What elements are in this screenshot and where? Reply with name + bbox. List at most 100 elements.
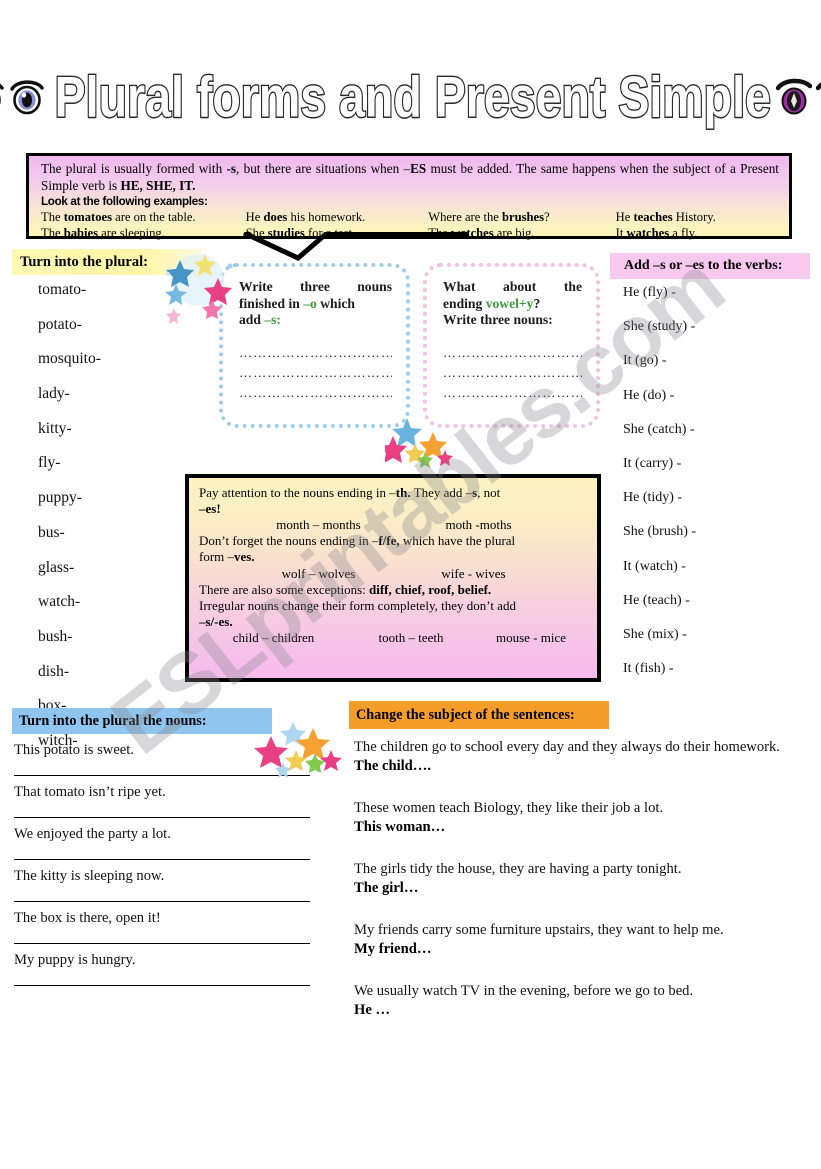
rule-examples: month – months moth -moths [276, 517, 512, 533]
task-box-nouns-ending-o: Write three nouns finished in –o which a… [219, 263, 410, 428]
eye-purple-icon [776, 78, 813, 115]
rules-info-box: Pay attention to the nouns ending in –th… [185, 474, 601, 682]
answer-rule-line[interactable] [14, 943, 310, 945]
rule-text: Don’t forget the nouns ending in –f/fe, … [199, 533, 516, 549]
heading-label: Turn into the plural: [20, 253, 148, 270]
answer-prompt[interactable]: The girl… [354, 879, 804, 898]
sentence-text: My friends carry some furniture upstairs… [354, 922, 724, 939]
answer-prompt[interactable]: My friend… [354, 940, 804, 959]
answer-rule-line[interactable] [14, 775, 310, 777]
eyes-right-decoration [776, 77, 821, 115]
task-box-vowel-plus-y: What about the ending vowel+y? Write thr… [423, 263, 600, 428]
eye-blue-icon [10, 80, 44, 115]
list-item[interactable]: bush- [38, 629, 188, 645]
list-item[interactable]: It (carry) - [623, 456, 803, 471]
sentence-text: My puppy is hungry. [14, 952, 136, 969]
task-prompt-line: finished in –o which [239, 295, 355, 311]
list-item[interactable]: He (teach) - [623, 593, 803, 608]
answer-blank-line[interactable]: ……………………………. [443, 363, 582, 383]
rule-text: –es! [199, 501, 221, 517]
intro-rule-text: The plural is usually formed with -s, bu… [41, 161, 779, 193]
answer-blank-line[interactable]: ……………………………. [239, 383, 392, 403]
rule-text: Irregular nouns change their form comple… [199, 597, 516, 613]
example-item: It watches a fly. [615, 225, 698, 240]
list-item[interactable]: dish- [38, 664, 188, 680]
list-item[interactable]: She (brush) - [623, 525, 803, 539]
sentence-text: We enjoyed the party a lot. [14, 826, 171, 843]
list-item[interactable]: tomato- [38, 282, 188, 298]
list-item: That tomato isn’t ripe yet. [14, 784, 314, 819]
answer-rule-line[interactable] [14, 859, 310, 861]
noun-exercise-list: tomato- potato- mosquito- lady- kitty- f… [38, 282, 188, 768]
sentence-text: The kitty is sleeping now. [14, 868, 165, 885]
heading-turn-into-plural: Turn into the plural: [12, 249, 202, 275]
heading-label: Change the subject of the sentences: [356, 706, 575, 723]
heading-change-subject: Change the subject of the sentences: [349, 701, 609, 729]
list-item: The box is there, open it! [14, 910, 314, 945]
list-item[interactable]: glass- [38, 559, 188, 576]
list-item[interactable]: She (catch) - [623, 422, 803, 437]
list-item: The girls tidy the house, they are havin… [354, 860, 804, 897]
list-item: My puppy is hungry. [14, 952, 314, 987]
list-item[interactable]: She (mix) - [623, 627, 803, 642]
list-item[interactable]: He (fly) - [623, 286, 803, 300]
intro-lookat-label: Look at the following examples: [41, 195, 208, 209]
answer-prompt[interactable]: The child…. [354, 757, 804, 776]
list-item[interactable]: It (watch) - [623, 559, 803, 574]
answer-blank-line[interactable]: ……………………………. [443, 343, 582, 363]
answer-prompt[interactable]: He … [354, 1001, 804, 1020]
list-item: The children go to school every day and … [354, 738, 804, 775]
list-item[interactable]: watch- [38, 594, 188, 610]
answer-rule-line[interactable] [14, 985, 310, 987]
eyes-left-decoration [0, 77, 45, 115]
list-item[interactable]: He (do) - [623, 388, 803, 403]
answer-blank-line[interactable]: ……………………………. [239, 363, 392, 383]
list-item: This potato is sweet. [14, 742, 314, 777]
example-item: The babies are sleeping. [41, 225, 165, 240]
eye-blue-icon [0, 83, 4, 104]
list-item: These women teach Biology, they like the… [354, 799, 804, 836]
list-item: My friends carry some furniture upstairs… [354, 921, 804, 958]
list-item[interactable]: She (study) - [623, 320, 803, 334]
task-prompt-line: Write three nouns: [443, 312, 553, 328]
sentence-text: The children go to school every day and … [354, 739, 780, 755]
heading-label: Turn into the plural the nouns: [19, 712, 207, 729]
heading-turn-plural-nouns: Turn into the plural the nouns: [12, 708, 272, 734]
list-item[interactable]: potato- [38, 317, 188, 333]
intro-callout-box: The plural is usually formed with -s, bu… [26, 153, 792, 240]
eye-purple-icon [816, 82, 821, 91]
list-item[interactable]: fly- [38, 455, 188, 471]
list-item[interactable]: It (fish) - [623, 662, 803, 676]
answer-blanks: ……………………………. ……………………………. ……………………………. [443, 343, 582, 403]
sentence-text: The girls tidy the house, they are havin… [354, 861, 682, 878]
list-item[interactable]: He (tidy) - [623, 491, 803, 505]
task-prompt-line: Write three nouns [239, 279, 392, 294]
change-subject-exercise: The children go to school every day and … [354, 738, 804, 1043]
worksheet-page: ESLprintables.com Plural forms and Prese… [0, 0, 821, 1169]
list-item[interactable]: kitty- [38, 421, 188, 437]
task-prompt-line: What about the [443, 279, 582, 294]
list-item[interactable]: bus- [38, 525, 188, 541]
list-item[interactable]: lady- [38, 386, 188, 402]
list-item[interactable]: It (go) - [623, 354, 803, 368]
rule-text: Pay attention to the nouns ending in –th… [199, 485, 501, 500]
answer-prompt[interactable]: This woman… [354, 818, 804, 837]
rule-examples: wolf – wolves wife - wives [281, 565, 506, 581]
task-prompt-line: add –s: [239, 312, 281, 328]
answer-rule-line[interactable] [14, 901, 310, 903]
answer-rule-line[interactable] [14, 817, 310, 819]
rule-text: –s/-es. [199, 613, 233, 629]
answer-blank-line[interactable]: ……………………………. [443, 383, 582, 403]
answer-blank-line[interactable]: ……………………………. [239, 343, 392, 363]
list-item[interactable]: mosquito- [38, 351, 188, 367]
sentence-text: The box is there, open it! [14, 910, 161, 927]
rule-text: There are also some exceptions: diff, ch… [199, 581, 492, 597]
list-item: We enjoyed the party a lot. [14, 826, 314, 861]
list-item: We usually watch TV in the evening, befo… [354, 982, 804, 1019]
example-item: He does his homework. [245, 209, 366, 224]
list-item[interactable]: puppy- [38, 490, 188, 506]
page-title: Plural forms and Present Simple [53, 63, 771, 129]
heading-add-s-or-es: Add –s or –es to the verbs: [610, 253, 810, 279]
sentence-text: This potato is sweet. [14, 742, 134, 758]
rule-text: form –ves. [199, 549, 255, 565]
